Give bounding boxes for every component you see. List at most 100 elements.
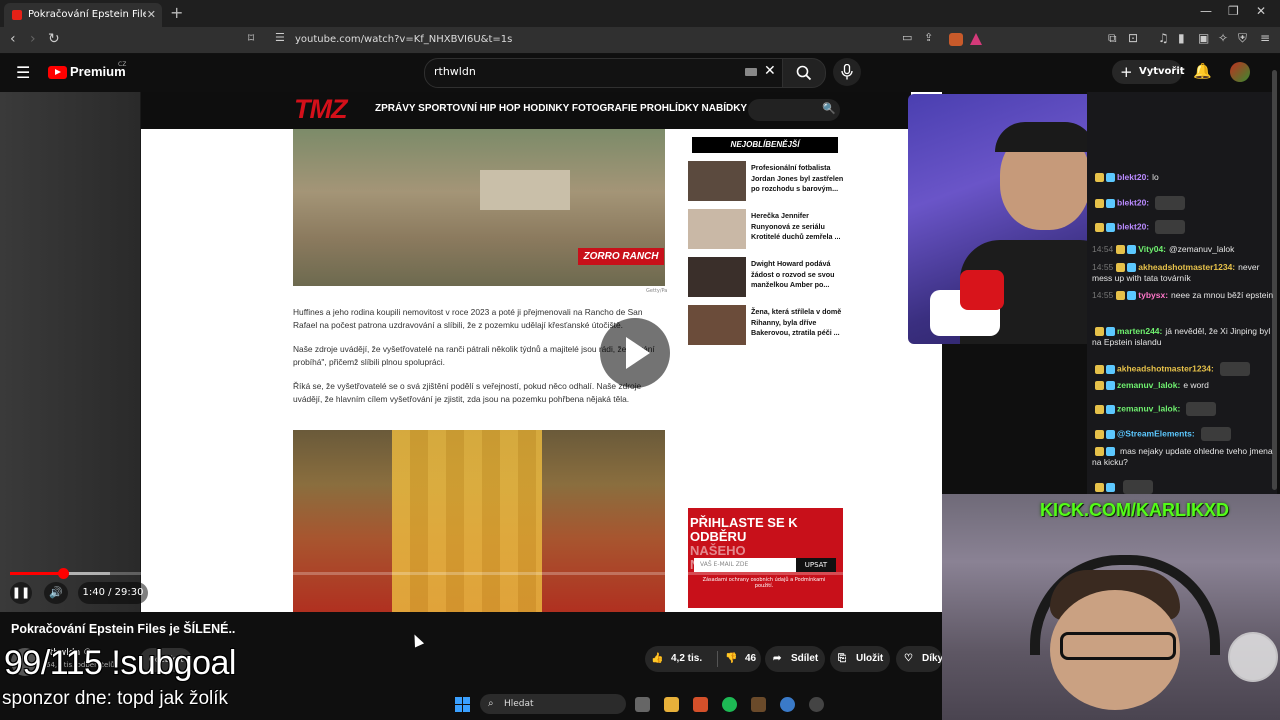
extensions-icon[interactable]: ⧉: [1108, 31, 1117, 46]
back-icon[interactable]: ‹: [10, 31, 16, 47]
chat-username[interactable]: Vity04:: [1138, 244, 1166, 254]
clear-search-icon[interactable]: ✕: [764, 63, 776, 79]
windows-start-icon[interactable]: [455, 697, 470, 712]
restore-button[interactable]: ❐: [1228, 4, 1239, 18]
popular-thumbnail: [688, 209, 746, 249]
chat-emote-icon: [1155, 196, 1186, 210]
webcam-mic-foam: [960, 270, 1004, 310]
browser-tab[interactable]: Pokračování Epstein Files je ŠÍLENÉ ✕: [4, 3, 162, 27]
thanks-button[interactable]: ♡ Díky: [896, 646, 942, 672]
brave-shield-icon[interactable]: [949, 33, 963, 46]
popular-item: Žena, která střílela v domě Rihanny, byl…: [688, 305, 844, 347]
sidebar-icon[interactable]: ▮: [1178, 31, 1185, 45]
chrome-icon[interactable]: [780, 697, 795, 712]
progress-track[interactable]: [10, 572, 940, 575]
tmz-search-icon: 🔍: [822, 102, 836, 115]
chat-username[interactable]: zemanuv_lalok:: [1117, 403, 1180, 413]
forward-icon[interactable]: ›: [30, 31, 36, 47]
brave-browser-icon[interactable]: [693, 697, 708, 712]
app-icon[interactable]: [751, 697, 766, 712]
chat-message: 14:55 akheadshotmaster1234: never mess up …: [1092, 262, 1274, 284]
search-value[interactable]: rthwldn: [434, 58, 476, 86]
progress-scrubber[interactable]: [58, 568, 69, 579]
chat-emote-icon: [1123, 480, 1153, 494]
browser-menu-icon[interactable]: ≡: [1260, 31, 1270, 45]
new-tab-button[interactable]: +: [170, 3, 183, 22]
save-button[interactable]: ⎘ Uložit: [830, 646, 890, 672]
chat-message: @StreamElements:: [1092, 427, 1274, 441]
chat-timestamp: 14:55: [1092, 290, 1114, 300]
wallet-icon[interactable]: ▣: [1198, 31, 1209, 45]
create-button[interactable]: + Vytvořit: [1112, 60, 1185, 84]
chat-message: 14:55 tybysx: neee za mnou běží epstein: [1092, 290, 1274, 301]
vpn-icon[interactable]: ⛨: [1238, 31, 1247, 46]
chat-username[interactable]: blekt20:: [1117, 221, 1149, 231]
chat-username[interactable]: blekt20:: [1117, 172, 1149, 182]
like-dislike-group: 👍 4,2 tis. 👎 46: [645, 646, 761, 672]
popular-item-text: Profesionální fotbalista Jordan Jones by…: [751, 163, 844, 193]
play-overlay-icon[interactable]: [600, 318, 670, 388]
task-view-icon[interactable]: [635, 697, 650, 712]
bookmark-icon[interactable]: ⌑: [248, 31, 254, 45]
chat-username[interactable]: @StreamElements:: [1117, 428, 1195, 438]
keyboard-icon[interactable]: [745, 68, 757, 76]
chat-username[interactable]: tybysx:: [1138, 290, 1168, 300]
search-button[interactable]: [782, 58, 826, 88]
dislike-count[interactable]: 46: [745, 646, 756, 672]
chat-timestamp: 14:54: [1092, 244, 1114, 254]
share-label: Sdílet: [791, 653, 819, 664]
volume-icon[interactable]: 🔊: [44, 582, 68, 604]
chat-badge-icon: [1095, 404, 1104, 414]
share-icon: ➦: [773, 653, 782, 664]
voice-search-button[interactable]: [833, 58, 861, 86]
pause-button[interactable]: ❚❚: [10, 582, 32, 604]
brave-rewards-icon[interactable]: [970, 33, 982, 45]
chat-badge-icon: [1127, 291, 1137, 301]
chat-timestamp: 14:55: [1092, 262, 1114, 272]
url-field[interactable]: youtube.com/watch?v=Kf_NHXBVI6U&t=1s: [295, 27, 915, 53]
account-avatar[interactable]: [1230, 62, 1250, 82]
cast-icon[interactable]: ▭: [902, 31, 912, 44]
chat-username[interactable]: akheadshotmaster1234:: [1117, 363, 1214, 373]
popular-item: Herečka Jennifer Runyonová ze seriálu Kr…: [688, 209, 844, 251]
reload-icon[interactable]: ↻: [48, 31, 60, 47]
share-page-icon[interactable]: ⇪: [924, 31, 933, 44]
chat-badge-icon: [1095, 364, 1104, 374]
notifications-bell-icon[interactable]: 🔔: [1193, 62, 1212, 80]
dislike-icon[interactable]: 👎: [725, 646, 737, 672]
search-input[interactable]: [424, 58, 784, 88]
popular-item-text: Dwight Howard podává žádost o rozvod se …: [751, 259, 835, 289]
minimize-button[interactable]: —: [1200, 4, 1212, 18]
tmz-logo: TMZ: [294, 94, 347, 124]
site-info-icon[interactable]: ☰: [275, 31, 285, 44]
chat-username[interactable]: marten244:: [1117, 326, 1162, 336]
thanks-label: Díky: [922, 653, 942, 664]
chat-badge-icon: [1106, 364, 1115, 374]
tab-close-icon[interactable]: ✕: [147, 3, 156, 27]
chat-username[interactable]: blekt20:: [1117, 197, 1149, 207]
spotify-icon[interactable]: [722, 697, 737, 712]
chat-username[interactable]: akheadshotmaster1234:: [1138, 262, 1235, 272]
hamburger-menu-icon[interactable]: ☰: [16, 63, 30, 82]
webcam-fan: [1228, 632, 1278, 682]
taskbar-search[interactable]: ⌕ Hledat: [480, 694, 626, 714]
chat-message: blekt20:: [1092, 220, 1274, 234]
kick-url-overlay: KICK.COM/KARLIKXD: [1040, 500, 1229, 520]
chat-badge-icon: [1106, 222, 1115, 232]
like-icon[interactable]: 👍: [651, 646, 663, 672]
file-explorer-icon[interactable]: [664, 697, 679, 712]
chat-message: blekt20:: [1092, 196, 1274, 210]
obs-icon[interactable]: [809, 697, 824, 712]
leo-icon[interactable]: ✧: [1218, 31, 1228, 45]
youtube-logo-icon[interactable]: [48, 66, 67, 79]
like-count[interactable]: 4,2 tis.: [671, 646, 702, 672]
screenshot-icon[interactable]: ⊡: [1128, 31, 1138, 45]
mouse-cursor-icon: [409, 632, 425, 648]
share-button[interactable]: ➦ Sdílet: [765, 646, 825, 672]
media-icon[interactable]: ♫: [1158, 31, 1169, 45]
video-left-margin: [0, 92, 140, 612]
close-window-button[interactable]: ✕: [1256, 4, 1266, 18]
tab-title: Pokračování Epstein Files je ŠÍLENÉ: [28, 9, 146, 20]
chat-badge-icon: [1106, 482, 1115, 492]
chat-username[interactable]: zemanuv_lalok:: [1117, 380, 1180, 390]
